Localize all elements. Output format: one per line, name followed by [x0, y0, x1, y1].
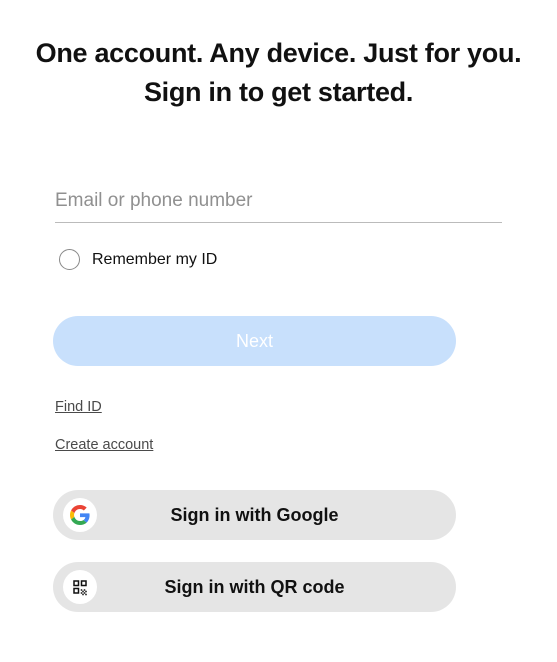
remember-label: Remember my ID	[92, 251, 217, 269]
find-id-link[interactable]: Find ID	[55, 399, 102, 415]
qr-code-icon	[63, 570, 97, 604]
qr-signin-label: Sign in with QR code	[165, 577, 345, 598]
signin-form: Remember my ID Next Find ID Create accou…	[0, 184, 557, 612]
create-account-link[interactable]: Create account	[55, 437, 153, 453]
qr-signin-button[interactable]: Sign in with QR code	[53, 562, 456, 612]
next-button[interactable]: Next	[53, 316, 456, 366]
remember-row: Remember my ID	[55, 249, 502, 270]
page-title: One account. Any device. Just for you. S…	[30, 34, 527, 112]
email-field[interactable]	[55, 184, 502, 223]
google-signin-label: Sign in with Google	[171, 505, 339, 526]
remember-checkbox[interactable]	[59, 249, 80, 270]
google-signin-button[interactable]: Sign in with Google	[53, 490, 456, 540]
google-logo-icon	[63, 498, 97, 532]
